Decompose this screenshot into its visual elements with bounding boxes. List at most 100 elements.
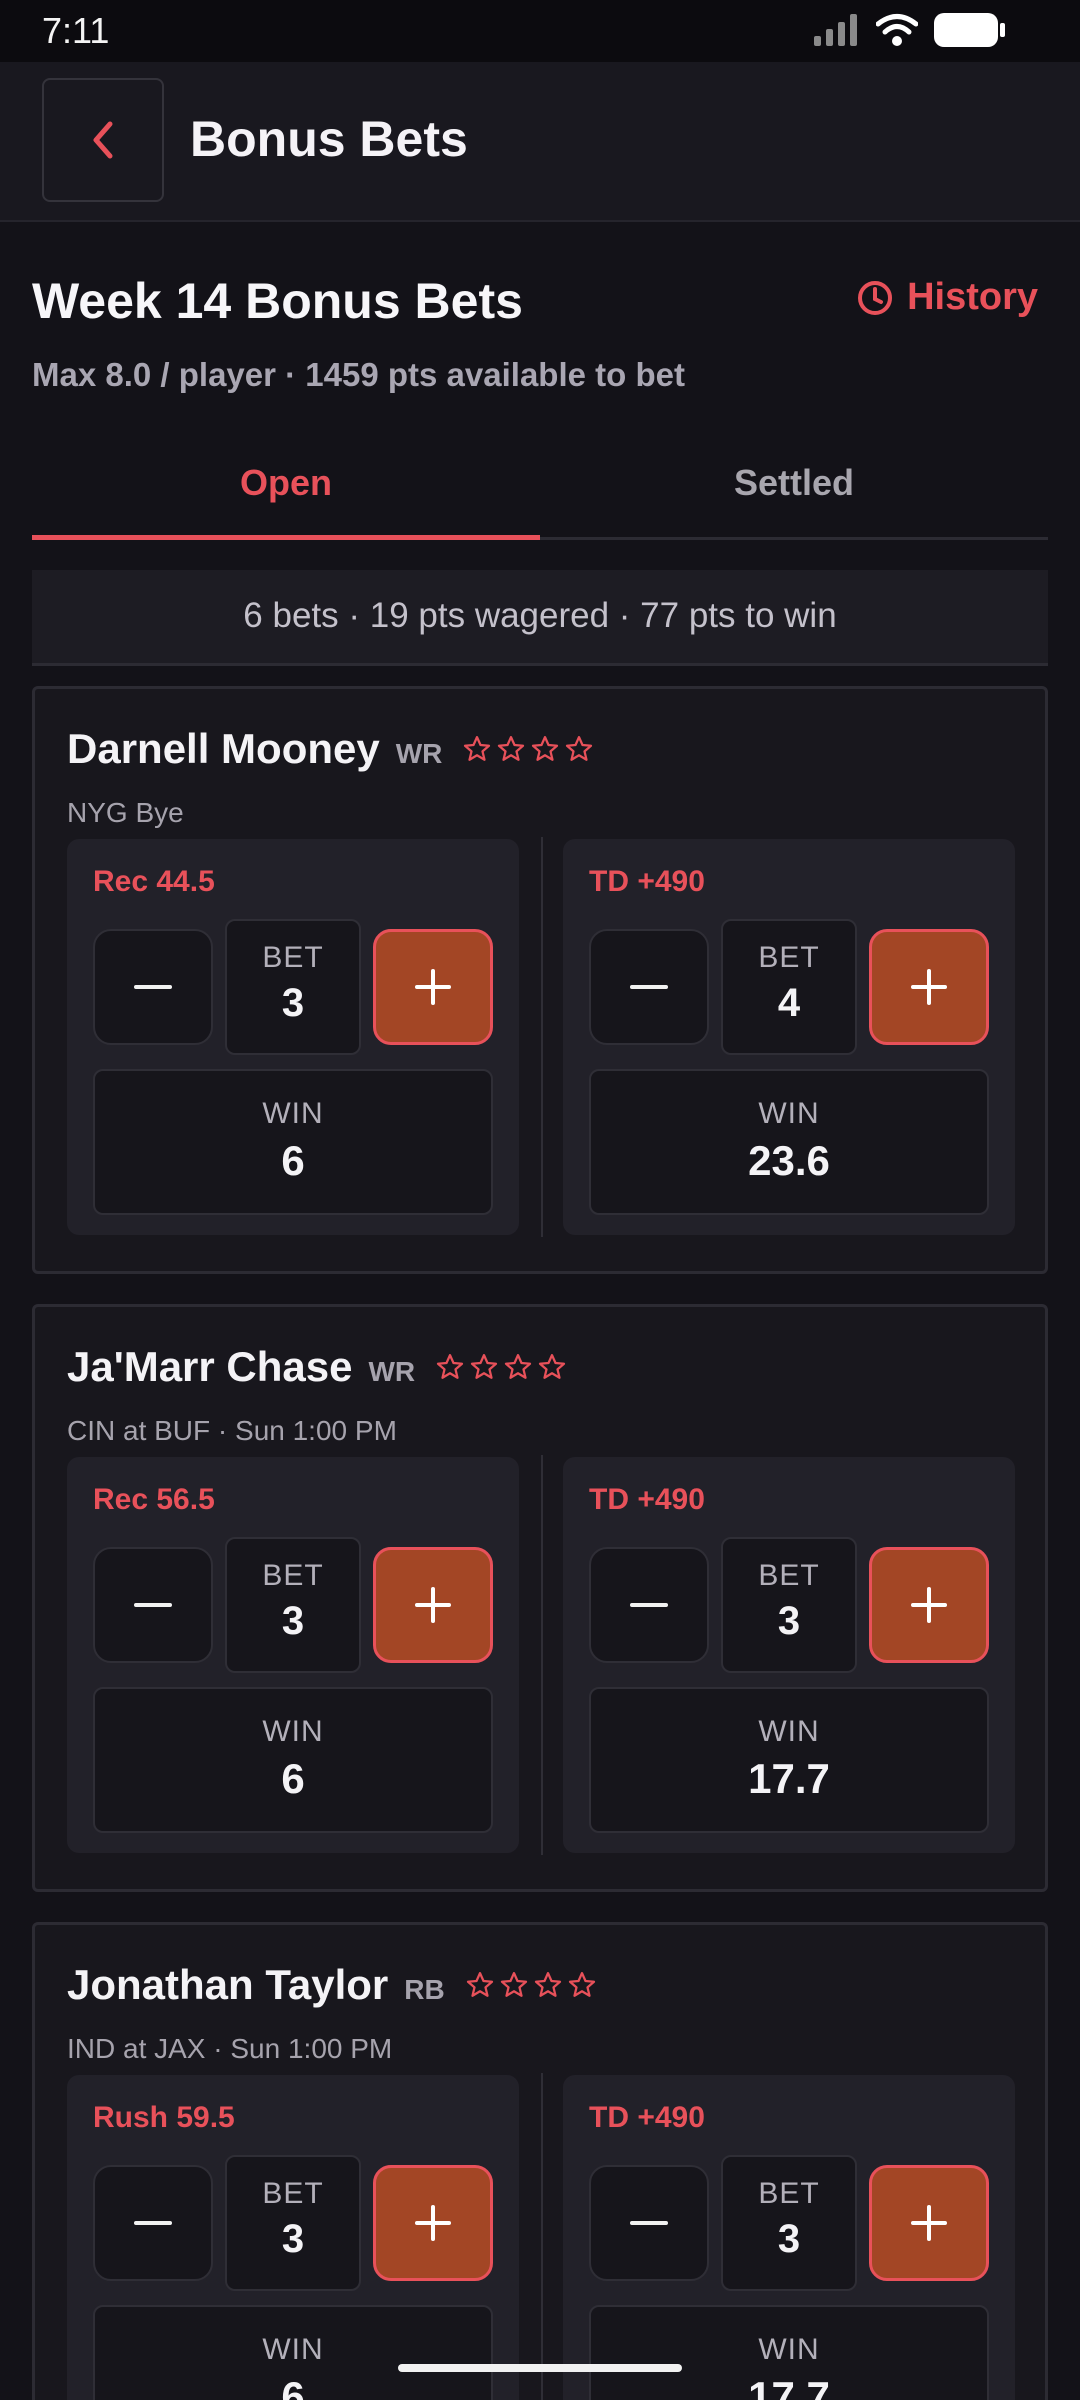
bet-line-label: TD +490 [589, 2101, 705, 2134]
player-position: WR [368, 1356, 416, 1387]
win-value: 17.7 [748, 2373, 830, 2400]
bet-amount: BET 3 [225, 2155, 361, 2291]
player-header: Ja'Marr Chase WR [67, 1343, 567, 1391]
star-icon[interactable] [537, 1352, 567, 1382]
decrease-bet-button[interactable] [589, 1547, 709, 1663]
bet-amount: BET 3 [225, 919, 361, 1055]
star-icon[interactable] [496, 734, 526, 764]
player-header: Jonathan Taylor RB [67, 1961, 597, 2009]
player-header: Darnell Mooney WR [67, 725, 594, 773]
plus-icon [911, 1587, 947, 1623]
win-caption: WIN [262, 1097, 324, 1130]
chevron-left-icon [93, 121, 113, 159]
increase-bet-button[interactable] [373, 1547, 493, 1663]
tab-open[interactable]: Open [32, 448, 540, 540]
increase-bet-button[interactable] [869, 1547, 989, 1663]
bet-caption: BET [758, 2177, 820, 2210]
bet-value: 4 [777, 981, 801, 1025]
player-card: Jonathan Taylor RB IND at JAX · Sun 1:00… [32, 1922, 1048, 2400]
bet-line-label: TD +490 [589, 1483, 705, 1516]
star-icon[interactable] [435, 1352, 465, 1382]
history-button[interactable]: History [857, 276, 1038, 319]
status-time: 7:11 [42, 10, 110, 51]
minus-icon [630, 985, 668, 989]
plus-icon [415, 1587, 451, 1623]
tab-settled[interactable]: Settled [540, 448, 1048, 537]
player-card: Darnell Mooney WR NYG Bye Rec 44.5 BET 3… [32, 686, 1048, 1274]
star-icon[interactable] [462, 734, 492, 764]
star-icon[interactable] [567, 1970, 597, 2000]
star-icon[interactable] [465, 1970, 495, 2000]
battery-icon [934, 13, 1005, 47]
divider [541, 1455, 543, 1855]
increase-bet-button[interactable] [869, 929, 989, 1045]
bet-panel: TD +490 BET 3 WIN 17.7 [563, 1457, 1015, 1853]
minus-icon [630, 1603, 668, 1607]
bet-value: 3 [281, 2217, 305, 2261]
win-value: 23.6 [748, 1137, 830, 1184]
bet-amount: BET 3 [225, 1537, 361, 1673]
player-name: Darnell Mooney [67, 725, 380, 772]
increase-bet-button[interactable] [869, 2165, 989, 2281]
decrease-bet-button[interactable] [93, 929, 213, 1045]
minus-icon [630, 2221, 668, 2225]
bet-panel: Rec 44.5 BET 3 WIN 6 [67, 839, 519, 1235]
star-icon[interactable] [469, 1352, 499, 1382]
bet-value: 3 [777, 2217, 801, 2261]
win-caption: WIN [758, 1715, 820, 1748]
increase-bet-button[interactable] [373, 2165, 493, 2281]
minus-icon [134, 1603, 172, 1607]
status-icons [814, 12, 1006, 48]
bet-caption: BET [758, 941, 820, 974]
header-title: Bonus Bets [190, 111, 468, 167]
decrease-bet-button[interactable] [93, 2165, 213, 2281]
page-title: Week 14 Bonus Bets [32, 273, 523, 329]
bet-amount: BET 3 [721, 1537, 857, 1673]
divider [541, 837, 543, 1237]
bet-amount: BET 3 [721, 2155, 857, 2291]
win-amount: WIN 17.7 [589, 2305, 989, 2400]
win-value: 17.7 [748, 1755, 830, 1802]
win-value: 6 [281, 2373, 305, 2400]
bet-panel: Rush 59.5 BET 3 WIN 6 [67, 2075, 519, 2400]
bet-panel: TD +490 BET 3 WIN 17.7 [563, 2075, 1015, 2400]
history-label: History [907, 276, 1038, 318]
tab-bar: Open Settled [32, 448, 1048, 540]
win-amount: WIN 23.6 [589, 1069, 989, 1215]
star-icon[interactable] [533, 1970, 563, 2000]
star-rating[interactable] [465, 1970, 597, 2000]
win-caption: WIN [758, 2333, 820, 2366]
bet-value: 3 [777, 1599, 801, 1643]
player-position: WR [395, 738, 443, 769]
win-amount: WIN 17.7 [589, 1687, 989, 1833]
star-icon[interactable] [503, 1352, 533, 1382]
player-card: Ja'Marr Chase WR CIN at BUF · Sun 1:00 P… [32, 1304, 1048, 1892]
cellular-signal-icon [814, 14, 857, 46]
star-icon[interactable] [530, 734, 560, 764]
minus-icon [134, 985, 172, 989]
decrease-bet-button[interactable] [589, 2165, 709, 2281]
back-button[interactable] [42, 78, 164, 202]
star-icon[interactable] [564, 734, 594, 764]
bet-value: 3 [281, 1599, 305, 1643]
star-icon[interactable] [499, 1970, 529, 2000]
plus-icon [911, 2205, 947, 2241]
decrease-bet-button[interactable] [589, 929, 709, 1045]
plus-icon [415, 2205, 451, 2241]
increase-bet-button[interactable] [373, 929, 493, 1045]
bet-panel: Rec 56.5 BET 3 WIN 6 [67, 1457, 519, 1853]
bet-line-label: TD +490 [589, 865, 705, 898]
plus-icon [415, 969, 451, 1005]
bet-caption: BET [262, 941, 324, 974]
bet-line-label: Rush 59.5 [93, 2101, 235, 2134]
game-info: NYG Bye [67, 797, 184, 828]
player-name: Ja'Marr Chase [67, 1343, 353, 1390]
page-subtitle: Max 8.0 / player · 1459 pts available to… [32, 356, 685, 393]
game-info: CIN at BUF · Sun 1:00 PM [67, 1415, 397, 1446]
bet-panel: TD +490 BET 4 WIN 23.6 [563, 839, 1015, 1235]
decrease-bet-button[interactable] [93, 1547, 213, 1663]
star-rating[interactable] [435, 1352, 567, 1382]
star-rating[interactable] [462, 734, 594, 764]
home-indicator[interactable] [398, 2364, 682, 2372]
win-caption: WIN [758, 1097, 820, 1130]
